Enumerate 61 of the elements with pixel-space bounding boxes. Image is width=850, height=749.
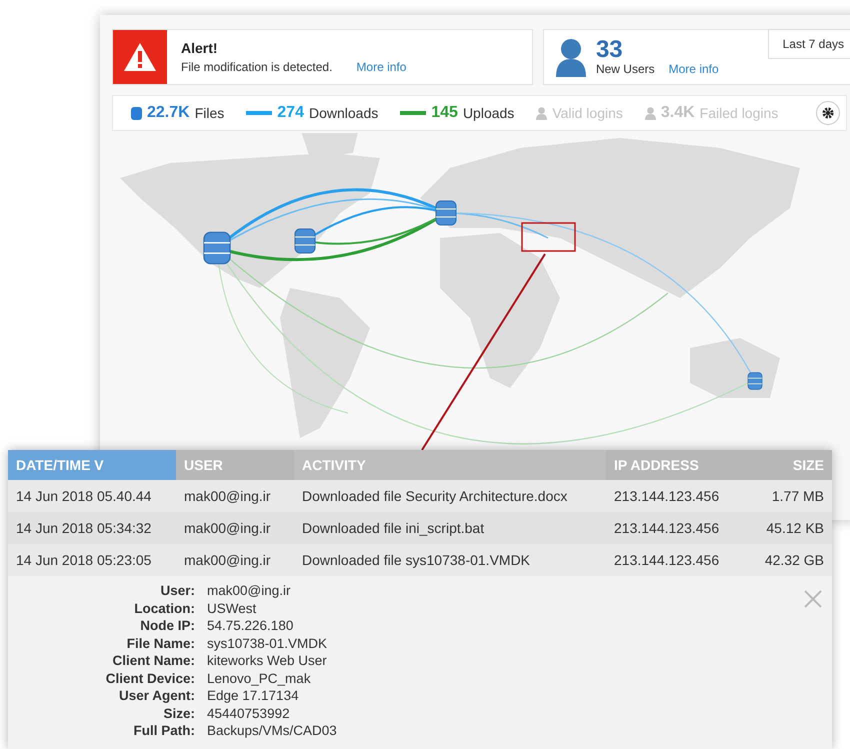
detail-label: User:: [159, 582, 195, 600]
stat-label: Failed logins: [700, 105, 778, 121]
alert-title: Alert!: [181, 40, 219, 56]
person-icon: [536, 106, 548, 120]
detail-label: Client Name:: [111, 652, 195, 670]
table-cell: 213.144.123.456: [606, 544, 734, 576]
gear-icon: [822, 107, 834, 119]
detail-value: Backups/VMs/CAD03: [207, 722, 337, 740]
settings-button[interactable]: [816, 101, 840, 125]
date-range-button[interactable]: Last 7 days: [768, 29, 850, 59]
detail-label: User Agent:: [118, 687, 195, 704]
table-cell: 42.32 GB: [734, 544, 832, 576]
table-cell: 14 Jun 2018 05:23:05: [8, 544, 176, 576]
column-header[interactable]: IP ADDRESS: [606, 450, 734, 480]
detail-value: Lenovo_PC_mak: [207, 670, 311, 687]
stat-value: 22.7K: [147, 104, 190, 122]
table-cell: mak00@ing.ir: [176, 480, 294, 512]
new-users-count: 33: [596, 38, 624, 62]
stat-value: 145: [431, 104, 458, 122]
detail-value: sys10738-01.VMDK: [207, 634, 328, 652]
stat-label: Valid logins: [552, 105, 623, 121]
user-icon: [554, 37, 588, 77]
stat-label: Uploads: [462, 105, 514, 121]
detail-label: File Name:: [126, 634, 195, 652]
column-header[interactable]: DATE/TIME V: [8, 450, 176, 480]
detail-label: Node IP:: [139, 617, 195, 634]
detail-label: Location:: [133, 600, 195, 617]
detail-value: 54.75.226.180: [207, 617, 294, 634]
stat-label: Downloads: [308, 105, 378, 121]
stat-value: 274: [277, 104, 304, 122]
detail-label: Client Device:: [104, 670, 195, 687]
detail-label: Size:: [162, 704, 195, 722]
table-cell: Downloaded file Security Architecture.docx: [294, 480, 606, 512]
table-cell: 1.77 MB: [734, 480, 832, 512]
table-cell: Downloaded file sys10738-01.VMDK: [294, 544, 606, 576]
column-header[interactable]: USER: [176, 450, 294, 480]
detail-value: USWest: [207, 600, 256, 617]
detail-label: Full Path:: [132, 722, 195, 740]
new-users-label: New Users: [596, 62, 655, 76]
stat-value: 3.4K: [660, 104, 695, 122]
detail-value: kiteworks Web User: [207, 652, 327, 670]
column-header[interactable]: ACTIVITY: [294, 450, 606, 480]
detail-value: mak00@ing.ir: [207, 582, 290, 600]
stat-label: Files: [194, 105, 224, 121]
table-cell: 14 Jun 2018 05.40.44: [8, 480, 176, 512]
person-icon: [644, 106, 656, 120]
table-cell: mak00@ing.ir: [176, 512, 294, 544]
table-cell: 45.12 KB: [734, 512, 832, 544]
table-cell: 213.144.123.456: [606, 512, 734, 544]
more-info-link[interactable]: More info: [356, 60, 406, 74]
table-cell: 213.144.123.456: [606, 480, 734, 512]
more-info-link[interactable]: More info: [668, 62, 719, 76]
database-icon: [131, 106, 142, 120]
alert-message: File modification is detected.: [181, 60, 332, 74]
warning-icon: [123, 42, 157, 72]
detail-value: 45440753992: [207, 704, 290, 722]
table-cell: Downloaded file ini_script.bat: [294, 512, 606, 544]
table-cell: 14 Jun 2018 05:34:32: [8, 512, 176, 544]
table-cell: mak00@ing.ir: [176, 544, 294, 576]
detail-value: Edge 17.17134: [207, 687, 299, 704]
column-header[interactable]: SIZE: [734, 450, 832, 480]
